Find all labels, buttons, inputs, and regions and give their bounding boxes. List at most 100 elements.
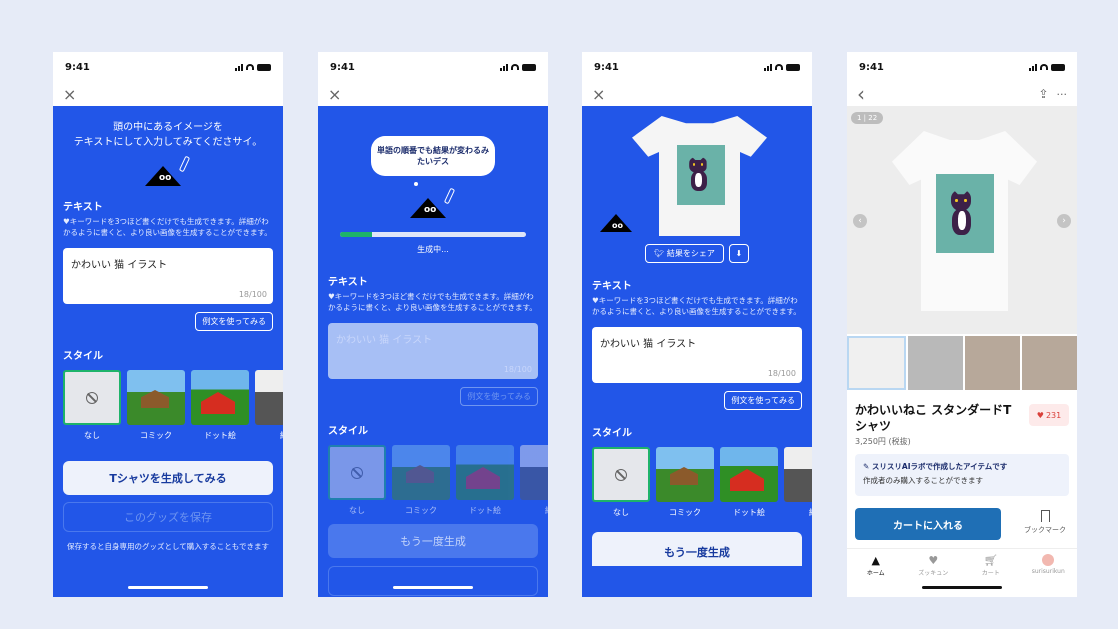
style-option-comic[interactable]: コミック [127, 370, 185, 441]
style-option-none[interactable]: なし [328, 445, 386, 516]
status-icons [235, 63, 271, 71]
tshirt-image [632, 116, 767, 236]
like-button[interactable]: ♥ 231 [1029, 404, 1069, 426]
mascot-icon: oo [600, 212, 636, 232]
save-note: 保存すると自身専用のグッズとして購入することもできます [67, 542, 269, 551]
style-section-title: スタイル [328, 426, 368, 437]
thumbnail-1[interactable] [847, 336, 906, 390]
back-icon[interactable]: ‹ [857, 82, 865, 106]
style-option-comic[interactable]: コミック [656, 447, 714, 518]
style-option-line[interactable]: 線 [255, 370, 283, 441]
style-list: なし コミック ドット絵 線 [582, 439, 812, 518]
secondary-button[interactable] [328, 566, 538, 596]
home-indicator [393, 586, 473, 589]
regenerate-button[interactable]: もう一度生成 [328, 524, 538, 558]
style-option-dot[interactable]: ドット絵 [720, 447, 778, 518]
cart-icon: 🛒︎ [983, 554, 998, 567]
product-gallery[interactable]: 1 | 22 ‹ › [847, 106, 1077, 334]
style-option-dot[interactable]: ドット絵 [456, 445, 514, 516]
prompt-input[interactable]: かわいい 猫 イラスト 18/100 [328, 323, 538, 379]
cat-illustration [686, 156, 715, 193]
tab-label: ズッキュン [918, 570, 949, 577]
bookmark-label: ブックマーク [1024, 526, 1066, 534]
text-section-title: テキスト [63, 202, 103, 213]
example-button[interactable]: 例文を使ってみる [460, 387, 538, 406]
regenerate-button[interactable]: もう一度生成 [592, 532, 802, 566]
thumbnail-4[interactable] [1022, 336, 1077, 390]
comic-thumbnail [127, 370, 185, 425]
tab-zukkyun[interactable]: ♥ ズッキュン [905, 549, 963, 586]
status-icons [764, 63, 800, 71]
home-icon: ▲ [871, 554, 880, 567]
style-option-line[interactable]: 線 [784, 447, 812, 518]
style-label: なし [613, 508, 629, 517]
style-label: 線 [784, 507, 812, 518]
add-to-cart-button[interactable]: カートに入れる [855, 508, 1001, 540]
style-option-comic[interactable]: コミック [392, 445, 450, 516]
prev-arrow-icon[interactable]: ‹ [853, 214, 867, 228]
style-label: なし [84, 431, 100, 440]
nav-bar: × [582, 82, 812, 106]
thumbnail-2[interactable] [908, 336, 963, 390]
nav-bar: × [53, 82, 283, 106]
style-option-line[interactable]: 線 [520, 445, 548, 516]
prompt-input[interactable]: かわいい 猫 イラスト 18/100 [63, 248, 273, 304]
like-count: 231 [1045, 410, 1062, 420]
share-result-button[interactable]: 🐦︎ 結果をシェア [645, 244, 724, 263]
char-counter: 18/100 [503, 365, 532, 374]
style-label: 線 [255, 430, 283, 441]
phone-screen-input: 9:41 × 頭の中にあるイメージを テキストにして入力してみてくださサイ。 o… [53, 52, 283, 597]
share-icon[interactable]: ⇪ [1038, 87, 1048, 101]
close-icon[interactable]: × [592, 85, 605, 104]
save-goods-button[interactable]: このグッズを保存 [63, 502, 273, 532]
no-style-icon [351, 466, 363, 479]
generate-tshirt-button[interactable]: Tシャツを生成してみる [63, 461, 273, 495]
style-list: なし コミック ドット絵 線 [318, 437, 548, 516]
wifi-icon [775, 64, 783, 70]
tab-bar: ▲ ホーム ♥ ズッキュン 🛒︎ カート surisurikun [847, 548, 1077, 586]
tab-cart[interactable]: 🛒︎ カート [962, 549, 1020, 586]
pen-icon [178, 155, 191, 173]
text-hint: ♥キーワードを3つほど書くだけでも生成できます。詳細がわかるように書くと、より良… [63, 217, 272, 237]
product-thumbnails [847, 336, 1077, 390]
close-icon[interactable]: × [328, 85, 341, 104]
style-option-dot[interactable]: ドット絵 [191, 370, 249, 441]
more-icon[interactable]: ··· [1057, 88, 1068, 101]
status-bar: 9:41 [847, 52, 1077, 82]
prompt-value: かわいい 猫 イラスト [71, 260, 168, 271]
style-label: コミック [669, 508, 701, 517]
prompt-value: かわいい 猫 イラスト [600, 339, 697, 350]
nav-bar: × [318, 82, 548, 106]
char-counter: 18/100 [238, 290, 267, 299]
prompt-input[interactable]: かわいい 猫 イラスト 18/100 [592, 327, 802, 383]
close-icon[interactable]: × [63, 85, 76, 104]
progress-fill [340, 232, 372, 237]
tip-bubble: 単語の順番でも結果が変わるみたいデス [371, 136, 495, 176]
download-button[interactable]: ⬇ [728, 244, 749, 263]
next-arrow-icon[interactable]: › [1057, 214, 1071, 228]
text-section-title: テキスト [592, 281, 632, 292]
example-button[interactable]: 例文を使ってみる [724, 391, 802, 410]
wifi-icon [246, 64, 254, 70]
no-style-icon [86, 391, 98, 404]
comic-thumbnail [392, 445, 450, 500]
tshirt-preview: oo [582, 116, 812, 236]
example-button[interactable]: 例文を使ってみる [195, 312, 273, 331]
style-label: コミック [140, 431, 172, 440]
ai-notice-sub: 作成者のみ購入することができます [863, 476, 983, 485]
pencil-icon: ✎ [863, 462, 872, 471]
prompt-value: かわいい 猫 イラスト [336, 335, 433, 346]
tab-label: surisurikun [1031, 568, 1065, 575]
bookmark-button[interactable]: ブックマーク [1019, 508, 1071, 540]
style-option-none[interactable]: なし [592, 447, 650, 518]
style-option-none[interactable]: なし [63, 370, 121, 441]
mascot-icon: oo [408, 187, 458, 218]
tab-home[interactable]: ▲ ホーム [847, 549, 905, 586]
style-section-title: スタイル [592, 428, 632, 439]
thumbnail-3[interactable] [965, 336, 1020, 390]
heart-icon: ♥ [1036, 410, 1044, 420]
generating-label: 生成中... [417, 245, 449, 254]
signal-icon [1029, 63, 1037, 71]
line-thumbnail [784, 447, 812, 502]
tab-profile[interactable]: surisurikun [1020, 549, 1078, 586]
